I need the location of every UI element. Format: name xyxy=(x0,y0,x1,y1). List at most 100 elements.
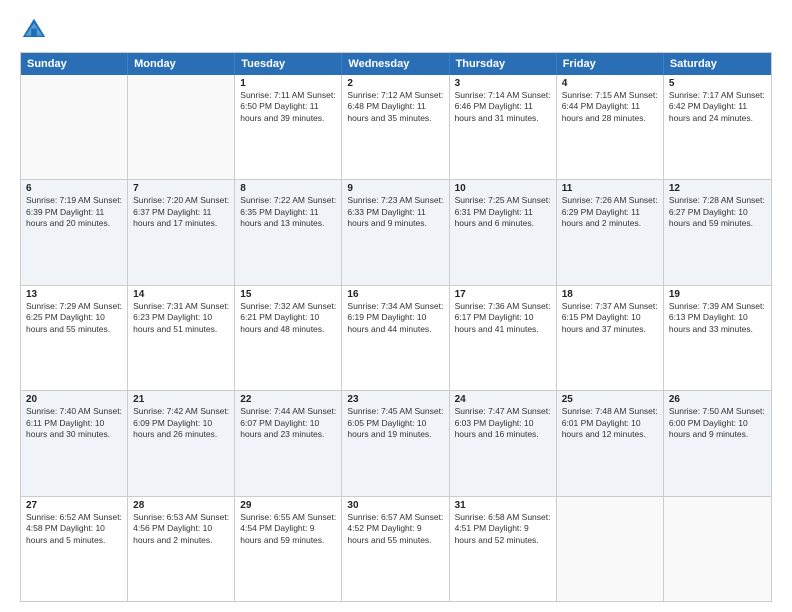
calendar-cell: 5Sunrise: 7:17 AM Sunset: 6:42 PM Daylig… xyxy=(664,75,771,179)
calendar-cell: 16Sunrise: 7:34 AM Sunset: 6:19 PM Dayli… xyxy=(342,286,449,390)
calendar: SundayMondayTuesdayWednesdayThursdayFrid… xyxy=(20,52,772,602)
day-number: 4 xyxy=(562,78,658,89)
day-info: Sunrise: 7:20 AM Sunset: 6:37 PM Dayligh… xyxy=(133,195,229,229)
weekday-header: Friday xyxy=(557,53,664,75)
calendar-row: 13Sunrise: 7:29 AM Sunset: 6:25 PM Dayli… xyxy=(21,285,771,390)
calendar-cell: 9Sunrise: 7:23 AM Sunset: 6:33 PM Daylig… xyxy=(342,180,449,284)
calendar-cell: 8Sunrise: 7:22 AM Sunset: 6:35 PM Daylig… xyxy=(235,180,342,284)
day-info: Sunrise: 7:26 AM Sunset: 6:29 PM Dayligh… xyxy=(562,195,658,229)
day-number: 18 xyxy=(562,289,658,300)
day-number: 12 xyxy=(669,183,766,194)
day-info: Sunrise: 7:25 AM Sunset: 6:31 PM Dayligh… xyxy=(455,195,551,229)
day-number: 29 xyxy=(240,500,336,511)
calendar-cell: 18Sunrise: 7:37 AM Sunset: 6:15 PM Dayli… xyxy=(557,286,664,390)
calendar-cell: 7Sunrise: 7:20 AM Sunset: 6:37 PM Daylig… xyxy=(128,180,235,284)
calendar-header: SundayMondayTuesdayWednesdayThursdayFrid… xyxy=(21,53,771,75)
header xyxy=(20,16,772,44)
calendar-cell xyxy=(128,75,235,179)
day-number: 27 xyxy=(26,500,122,511)
day-number: 3 xyxy=(455,78,551,89)
calendar-row: 20Sunrise: 7:40 AM Sunset: 6:11 PM Dayli… xyxy=(21,390,771,495)
day-info: Sunrise: 7:45 AM Sunset: 6:05 PM Dayligh… xyxy=(347,406,443,440)
day-number: 20 xyxy=(26,394,122,405)
day-number: 19 xyxy=(669,289,766,300)
day-info: Sunrise: 7:29 AM Sunset: 6:25 PM Dayligh… xyxy=(26,301,122,335)
day-info: Sunrise: 6:57 AM Sunset: 4:52 PM Dayligh… xyxy=(347,512,443,546)
day-info: Sunrise: 7:42 AM Sunset: 6:09 PM Dayligh… xyxy=(133,406,229,440)
day-info: Sunrise: 6:58 AM Sunset: 4:51 PM Dayligh… xyxy=(455,512,551,546)
day-number: 17 xyxy=(455,289,551,300)
calendar-cell: 26Sunrise: 7:50 AM Sunset: 6:00 PM Dayli… xyxy=(664,391,771,495)
calendar-cell xyxy=(21,75,128,179)
day-info: Sunrise: 7:32 AM Sunset: 6:21 PM Dayligh… xyxy=(240,301,336,335)
day-info: Sunrise: 7:23 AM Sunset: 6:33 PM Dayligh… xyxy=(347,195,443,229)
calendar-cell: 28Sunrise: 6:53 AM Sunset: 4:56 PM Dayli… xyxy=(128,497,235,601)
day-info: Sunrise: 7:19 AM Sunset: 6:39 PM Dayligh… xyxy=(26,195,122,229)
day-info: Sunrise: 7:44 AM Sunset: 6:07 PM Dayligh… xyxy=(240,406,336,440)
day-number: 14 xyxy=(133,289,229,300)
day-number: 2 xyxy=(347,78,443,89)
day-info: Sunrise: 7:11 AM Sunset: 6:50 PM Dayligh… xyxy=(240,90,336,124)
calendar-cell: 24Sunrise: 7:47 AM Sunset: 6:03 PM Dayli… xyxy=(450,391,557,495)
calendar-cell: 13Sunrise: 7:29 AM Sunset: 6:25 PM Dayli… xyxy=(21,286,128,390)
day-number: 1 xyxy=(240,78,336,89)
day-info: Sunrise: 7:15 AM Sunset: 6:44 PM Dayligh… xyxy=(562,90,658,124)
day-info: Sunrise: 7:40 AM Sunset: 6:11 PM Dayligh… xyxy=(26,406,122,440)
day-number: 28 xyxy=(133,500,229,511)
calendar-cell: 6Sunrise: 7:19 AM Sunset: 6:39 PM Daylig… xyxy=(21,180,128,284)
day-info: Sunrise: 7:39 AM Sunset: 6:13 PM Dayligh… xyxy=(669,301,766,335)
day-number: 7 xyxy=(133,183,229,194)
calendar-cell: 15Sunrise: 7:32 AM Sunset: 6:21 PM Dayli… xyxy=(235,286,342,390)
calendar-cell: 12Sunrise: 7:28 AM Sunset: 6:27 PM Dayli… xyxy=(664,180,771,284)
calendar-cell xyxy=(557,497,664,601)
day-number: 15 xyxy=(240,289,336,300)
weekday-header: Wednesday xyxy=(342,53,449,75)
day-number: 30 xyxy=(347,500,443,511)
calendar-cell: 20Sunrise: 7:40 AM Sunset: 6:11 PM Dayli… xyxy=(21,391,128,495)
day-number: 24 xyxy=(455,394,551,405)
calendar-cell xyxy=(664,497,771,601)
day-info: Sunrise: 6:55 AM Sunset: 4:54 PM Dayligh… xyxy=(240,512,336,546)
day-info: Sunrise: 7:22 AM Sunset: 6:35 PM Dayligh… xyxy=(240,195,336,229)
day-number: 21 xyxy=(133,394,229,405)
calendar-cell: 22Sunrise: 7:44 AM Sunset: 6:07 PM Dayli… xyxy=(235,391,342,495)
day-info: Sunrise: 7:31 AM Sunset: 6:23 PM Dayligh… xyxy=(133,301,229,335)
day-info: Sunrise: 7:14 AM Sunset: 6:46 PM Dayligh… xyxy=(455,90,551,124)
day-number: 10 xyxy=(455,183,551,194)
day-info: Sunrise: 7:28 AM Sunset: 6:27 PM Dayligh… xyxy=(669,195,766,229)
calendar-row: 6Sunrise: 7:19 AM Sunset: 6:39 PM Daylig… xyxy=(21,179,771,284)
calendar-cell: 23Sunrise: 7:45 AM Sunset: 6:05 PM Dayli… xyxy=(342,391,449,495)
day-number: 22 xyxy=(240,394,336,405)
weekday-header: Saturday xyxy=(664,53,771,75)
day-number: 9 xyxy=(347,183,443,194)
day-info: Sunrise: 7:50 AM Sunset: 6:00 PM Dayligh… xyxy=(669,406,766,440)
day-number: 11 xyxy=(562,183,658,194)
day-info: Sunrise: 7:34 AM Sunset: 6:19 PM Dayligh… xyxy=(347,301,443,335)
calendar-cell: 2Sunrise: 7:12 AM Sunset: 6:48 PM Daylig… xyxy=(342,75,449,179)
day-number: 26 xyxy=(669,394,766,405)
day-info: Sunrise: 7:47 AM Sunset: 6:03 PM Dayligh… xyxy=(455,406,551,440)
weekday-header: Sunday xyxy=(21,53,128,75)
calendar-cell: 25Sunrise: 7:48 AM Sunset: 6:01 PM Dayli… xyxy=(557,391,664,495)
day-number: 25 xyxy=(562,394,658,405)
calendar-cell: 21Sunrise: 7:42 AM Sunset: 6:09 PM Dayli… xyxy=(128,391,235,495)
day-number: 13 xyxy=(26,289,122,300)
calendar-row: 27Sunrise: 6:52 AM Sunset: 4:58 PM Dayli… xyxy=(21,496,771,601)
day-info: Sunrise: 7:48 AM Sunset: 6:01 PM Dayligh… xyxy=(562,406,658,440)
weekday-header: Monday xyxy=(128,53,235,75)
calendar-cell: 29Sunrise: 6:55 AM Sunset: 4:54 PM Dayli… xyxy=(235,497,342,601)
calendar-cell: 11Sunrise: 7:26 AM Sunset: 6:29 PM Dayli… xyxy=(557,180,664,284)
day-number: 23 xyxy=(347,394,443,405)
calendar-cell: 19Sunrise: 7:39 AM Sunset: 6:13 PM Dayli… xyxy=(664,286,771,390)
weekday-header: Thursday xyxy=(450,53,557,75)
calendar-cell: 4Sunrise: 7:15 AM Sunset: 6:44 PM Daylig… xyxy=(557,75,664,179)
calendar-body: 1Sunrise: 7:11 AM Sunset: 6:50 PM Daylig… xyxy=(21,75,771,601)
calendar-row: 1Sunrise: 7:11 AM Sunset: 6:50 PM Daylig… xyxy=(21,75,771,179)
logo xyxy=(20,16,52,44)
day-info: Sunrise: 6:53 AM Sunset: 4:56 PM Dayligh… xyxy=(133,512,229,546)
calendar-cell: 17Sunrise: 7:36 AM Sunset: 6:17 PM Dayli… xyxy=(450,286,557,390)
day-number: 31 xyxy=(455,500,551,511)
calendar-cell: 14Sunrise: 7:31 AM Sunset: 6:23 PM Dayli… xyxy=(128,286,235,390)
day-number: 5 xyxy=(669,78,766,89)
calendar-cell: 27Sunrise: 6:52 AM Sunset: 4:58 PM Dayli… xyxy=(21,497,128,601)
